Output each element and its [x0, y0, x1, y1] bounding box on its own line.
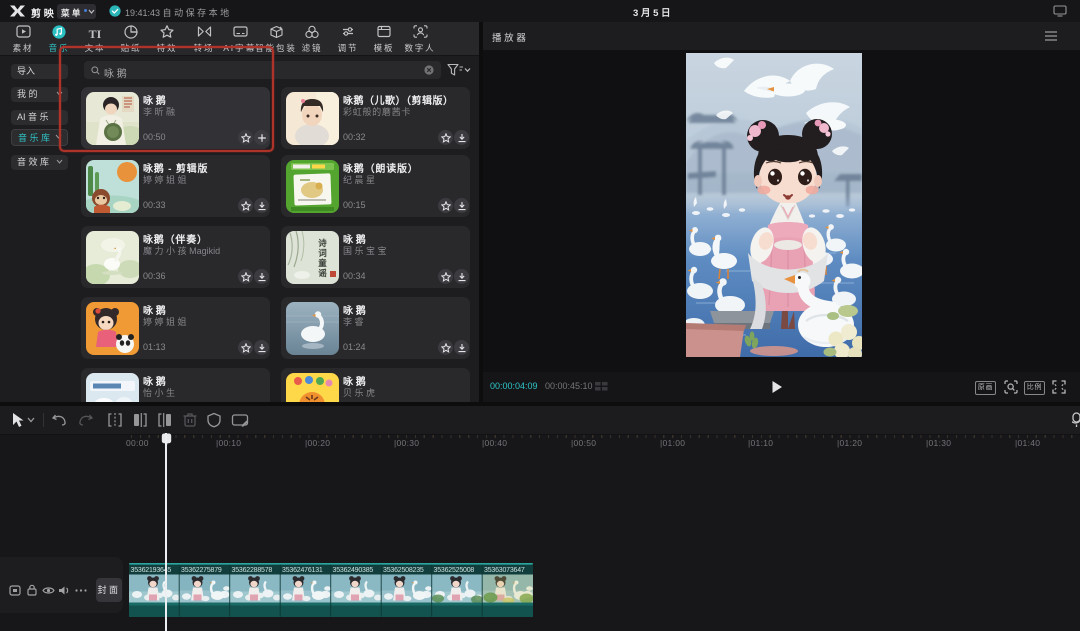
- svg-text:35362490385: 35362490385: [333, 567, 374, 574]
- svg-text:35362275879: 35362275879: [181, 567, 222, 574]
- svg-text:词: 词: [318, 248, 327, 258]
- svg-text:35362525008: 35362525008: [434, 567, 475, 574]
- svg-text:谣: 谣: [318, 268, 327, 278]
- svg-text:35362508235: 35362508235: [383, 567, 424, 574]
- svg-text:诗: 诗: [318, 238, 327, 248]
- svg-text:童: 童: [318, 258, 327, 268]
- svg-text:35363073647: 35363073647: [484, 567, 525, 574]
- svg-text:35362288578: 35362288578: [232, 567, 273, 574]
- svg-text:35362476131: 35362476131: [282, 567, 323, 574]
